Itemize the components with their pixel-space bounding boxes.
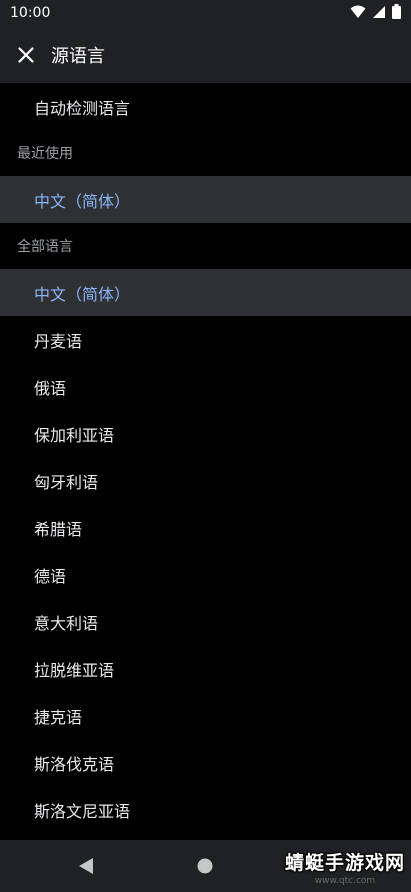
close-icon[interactable] [14,43,38,67]
wifi-icon [350,4,366,23]
recent-header-label: 最近使用 [17,146,73,162]
recent-language-item[interactable]: 中文（简体） [0,176,411,223]
language-label: 中文（简体） [34,284,131,304]
language-item-greek[interactable]: 希腊语 [0,504,411,551]
watermark: 蜻蜓手游戏网 www.qtc.com [285,848,405,886]
watermark-text: 蜻蜓手游戏网 [284,852,405,874]
battery-icon [392,3,401,23]
home-icon[interactable] [197,858,213,878]
language-label: 保加利亚语 [34,425,115,445]
recent-language-label: 中文（简体） [34,191,131,211]
language-label: 德语 [34,566,67,586]
language-label: 俄语 [34,378,67,398]
all-languages-header-label: 全部语言 [17,239,73,255]
recent-section-header: 最近使用 [0,130,411,176]
all-languages-section-header: 全部语言 [0,223,411,269]
signal-icon [372,4,386,23]
page-title: 源语言 [51,45,105,67]
status-bar: 10:00 [0,0,411,26]
app-bar: 源语言 [0,26,411,83]
language-item-latvian[interactable]: 拉脱维亚语 [0,645,411,692]
back-icon[interactable] [78,857,94,879]
language-label: 丹麦语 [34,331,83,351]
watermark-url: www.qtc.com [314,876,376,886]
language-item-chinese-simplified[interactable]: 中文（简体） [0,269,411,316]
language-item-bulgarian[interactable]: 保加利亚语 [0,410,411,457]
language-label: 捷克语 [34,707,83,727]
language-label: 意大利语 [34,613,99,633]
language-item-german[interactable]: 德语 [0,551,411,598]
status-icons [350,3,401,23]
language-item-czech[interactable]: 捷克语 [0,692,411,739]
auto-detect-item[interactable]: 自动检测语言 [0,83,411,130]
auto-detect-label: 自动检测语言 [34,98,131,118]
language-item-russian[interactable]: 俄语 [0,363,411,410]
language-item-slovak[interactable]: 斯洛伐克语 [0,739,411,786]
language-item-italian[interactable]: 意大利语 [0,598,411,645]
language-label: 匈牙利语 [34,472,99,492]
language-label: 拉脱维亚语 [34,660,115,680]
language-item-slovenian[interactable]: 斯洛文尼亚语 [0,786,411,833]
language-label: 希腊语 [34,519,83,539]
language-label: 斯洛伐克语 [34,754,115,774]
language-label: 斯洛文尼亚语 [34,801,131,821]
language-item-danish[interactable]: 丹麦语 [0,316,411,363]
language-item-hungarian[interactable]: 匈牙利语 [0,457,411,504]
status-time: 10:00 [10,5,51,21]
